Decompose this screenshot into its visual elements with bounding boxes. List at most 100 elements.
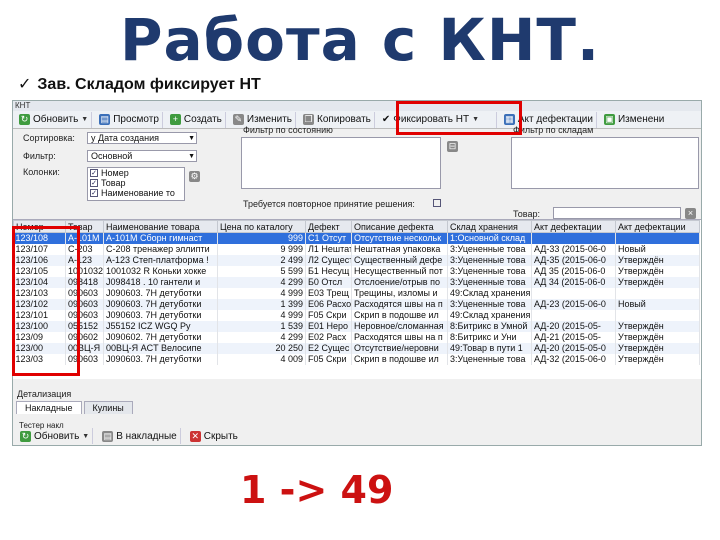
column-header[interactable]: Дефект: [305, 220, 352, 233]
table-cell: Скрип в подошве ил: [351, 309, 448, 321]
table-cell: АД 35 (2015-06-0: [531, 265, 616, 277]
table-cell: 4 299: [217, 331, 306, 343]
table-cell: Е03 Трещ: [305, 287, 352, 299]
table-cell: Трещины, изломы и: [351, 287, 448, 299]
column-header[interactable]: Наименование товара: [103, 220, 218, 233]
checkbox-icon: ✓: [90, 169, 98, 177]
table-cell: Отслоение/отрыв по: [351, 276, 448, 288]
table-cell: Скрип в подошве ил: [351, 353, 448, 365]
warehouse-filter-label: Фильтр по складам: [513, 125, 594, 135]
slide-title: Работа с КНТ.: [119, 6, 601, 74]
table-row[interactable]: 123/00 00ВЦ-Я 00ВЦ-Я ACT Велосипе 20 250 Е2 …: [13, 342, 700, 354]
goods-input[interactable]: [553, 207, 681, 219]
table-cell: [615, 232, 700, 244]
column-header[interactable]: Описание дефекта: [351, 220, 448, 233]
column-checkbox[interactable]: ✓ Товар: [88, 178, 184, 188]
table-cell: 3:Уцененные това: [447, 298, 532, 310]
table-cell: 999: [217, 232, 306, 244]
chevron-down-icon: ▼: [188, 153, 195, 160]
counter-text: 1 -> 49: [240, 468, 394, 512]
table-cell: Е06 Расхо: [305, 298, 352, 310]
table-cell: АД-32 (2015-06-0: [531, 353, 616, 365]
table-cell: 3:Уцененные това: [447, 265, 532, 277]
tab-kuliny[interactable]: Кулины: [83, 401, 133, 414]
table-row[interactable]: 123/09 090602 J090602. 7Н детуботки 4 299 E0…: [13, 331, 700, 343]
details-toolbar-label: Тестер накл: [19, 421, 64, 430]
chevron-down-icon: ▼: [188, 135, 195, 142]
preview-button[interactable]: ▤ Просмотр: [96, 111, 163, 128]
details-refresh-button[interactable]: ↻ Обновить ▼: [17, 428, 94, 444]
table-cell: [615, 309, 700, 321]
table-row[interactable]: 123/108 А-101М А-101М Сборн гимнаст 999 С1 О…: [13, 232, 700, 244]
sort-select[interactable]: у Дата создания ▼: [87, 132, 197, 144]
table-cell: 49:Товар в пути 1: [447, 342, 532, 354]
table-cell: Б1 Несущ: [305, 265, 352, 277]
column-header[interactable]: Акт дефектации: [531, 220, 616, 233]
column-header[interactable]: Акт дефектации: [615, 220, 700, 233]
table-cell: АД-33 (2015-06-0: [531, 243, 616, 255]
table-row[interactable]: 123/105 1001032 1001032 R Коньки хокке 5 59…: [13, 265, 700, 277]
table-row[interactable]: 123/101 090603 J090603. 7Н детуботки 4 999 F…: [13, 309, 700, 321]
table-cell: Утверждён: [615, 342, 700, 354]
column-name: Товар: [101, 178, 126, 188]
column-header[interactable]: Склад хранения: [447, 220, 532, 233]
clear-icon[interactable]: ×: [685, 208, 696, 219]
filter-icon[interactable]: ⊟: [447, 141, 458, 152]
table-row[interactable]: 123/104 098418 J098418 . 10 гантели и4 299…: [13, 276, 700, 288]
table-cell: J090603. 7Н детуботки: [103, 353, 218, 365]
table-cell: 4 999: [217, 287, 306, 299]
changes-label: Изменени: [617, 114, 665, 125]
table-row[interactable]: 123/106 А-123 А-123 Степ-платформа ! 2 499 Л…: [13, 254, 700, 266]
state-filter-list[interactable]: [241, 137, 441, 189]
table-cell: Новый: [615, 243, 700, 255]
table-cell: [615, 287, 700, 299]
column-checkbox[interactable]: ✓ Наименование то: [88, 188, 184, 198]
table-cell: 49:Склад хранения: [447, 287, 532, 299]
table-cell: Расходятся швы на п: [351, 331, 448, 343]
columns-list[interactable]: ✓ Номер ✓ Товар ✓ Наименование то: [87, 167, 185, 201]
plus-icon: +: [169, 114, 181, 125]
main-toolbar: ↻ Обновить ▼ ▤ Просмотр + Создать ✎ Изменить …: [13, 111, 701, 129]
chevron-down-icon[interactable]: ▼: [82, 433, 89, 440]
table-cell: Отсутствие/неровни: [351, 342, 448, 354]
create-button[interactable]: + Создать: [167, 111, 226, 128]
refresh-button[interactable]: ↻ Обновить ▼: [16, 111, 93, 128]
app-window: КНТ ↻ Обновить ▼ ▤ Просмотр + Создать ✎ Измен…: [12, 100, 702, 446]
table-cell: Утверждён: [615, 331, 700, 343]
table-cell: А-101М Сборн гимнаст: [103, 232, 218, 244]
refresh-icon: ↻: [20, 430, 31, 442]
column-checkbox[interactable]: ✓ Номер: [88, 168, 184, 178]
table-row[interactable]: 123/03 090603 J090603. 7Н детуботки 4 009 F0…: [13, 353, 700, 365]
warehouse-filter-list[interactable]: [511, 137, 699, 189]
details-refresh-label: Обновить: [34, 430, 80, 442]
reaccept-checkbox[interactable]: [431, 199, 441, 207]
table-cell: 8:Битрикс и Уни: [447, 331, 532, 343]
table-row[interactable]: 123/103 090603 J090603. 7Н детуботки 4 999 Е…: [13, 287, 700, 299]
columns-label: Колонки:: [23, 167, 60, 177]
table-cell: 00ВЦ-Я ACT Велосипе: [103, 342, 218, 354]
phase-select[interactable]: Основной ▼: [87, 150, 197, 162]
to-invoice-button[interactable]: ▤ В накладные: [99, 428, 181, 444]
check-icon: ✔: [381, 114, 391, 125]
tab-invoices[interactable]: Накладные: [16, 401, 82, 414]
table-cell: 3:Уцененные това: [447, 254, 532, 266]
column-header[interactable]: Цена по каталогу: [217, 220, 306, 233]
table-cell: J090603. 7Н детуботки: [103, 309, 218, 321]
details-label: Детализация: [17, 389, 72, 399]
edit-label: Изменить: [246, 114, 293, 125]
table-cell: 9 999: [217, 243, 306, 255]
table-row[interactable]: 123/100 055152 J55152 ICZ WGQ Ру 1 539 E01 Н…: [13, 320, 700, 332]
highlight-number-column: [12, 226, 80, 376]
changes-button[interactable]: ▣ Изменени: [601, 112, 667, 128]
table-cell: J090603. 7Н детуботки: [103, 298, 218, 310]
chevron-down-icon[interactable]: ▼: [81, 116, 88, 123]
filter-panel: Сортировка: у Дата создания ▼ Фильтр: Осн…: [13, 125, 701, 219]
hide-button[interactable]: ✕ Скрыть: [187, 428, 241, 444]
table-row[interactable]: 123/107 С-203 С-208 тренажер эллипти 9 999 Л…: [13, 243, 700, 255]
table-header: Номер Товар Наименование товара Цена по кат…: [13, 220, 700, 233]
settings-icon[interactable]: ⚙: [189, 171, 200, 182]
table-cell: 1 399: [217, 298, 306, 310]
table-cell: 8:Битрикс в Умной: [447, 320, 532, 332]
to-invoice-label: В накладные: [116, 430, 177, 442]
table-row[interactable]: 123/102 090603 J090603. 7Н детуботки 1 399 Е…: [13, 298, 700, 310]
